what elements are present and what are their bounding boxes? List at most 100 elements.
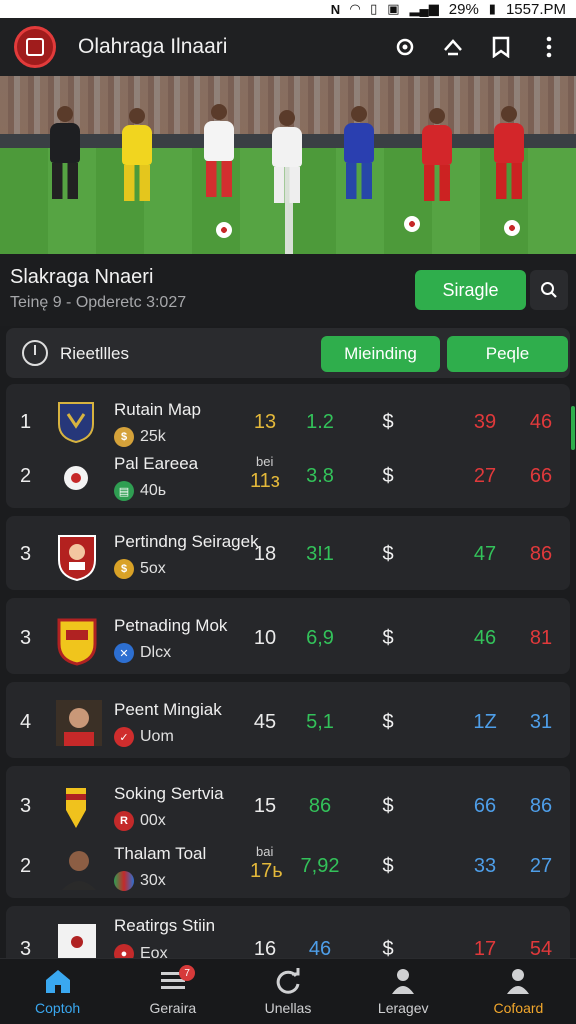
player-meta: 5ox bbox=[140, 560, 166, 577]
player-name: Rutain Map bbox=[114, 400, 201, 419]
search-button[interactable] bbox=[530, 270, 568, 310]
stat-price: $ bbox=[382, 543, 394, 565]
player-figure bbox=[204, 104, 234, 197]
flag-icon bbox=[114, 871, 134, 891]
stat-games: 10 bbox=[253, 627, 277, 649]
stat-rating: 5,1 bbox=[306, 711, 334, 733]
scrollbar[interactable] bbox=[571, 406, 575, 450]
single-button[interactable]: Siragle bbox=[415, 270, 526, 310]
stat-games: 45 bbox=[253, 711, 277, 733]
player-meta: 40ь bbox=[140, 482, 167, 499]
filter-label: Rieetllles bbox=[60, 344, 129, 363]
player-photo bbox=[56, 700, 102, 746]
bookmark-icon[interactable] bbox=[488, 34, 514, 60]
table-row[interactable]: 4 Peent Mingiak ✓ Uom 45 5,1 $ 1Z 31 bbox=[6, 692, 570, 752]
mascot-crest-icon bbox=[56, 532, 96, 582]
camera-icon[interactable] bbox=[392, 34, 418, 60]
stat-rating: 7,92 bbox=[300, 855, 340, 877]
rank: 3 bbox=[20, 543, 32, 565]
table-row[interactable]: 2 Thalam Toal 30x bai 17ь 7,92 $ 33 27 bbox=[6, 836, 570, 896]
ball-icon bbox=[56, 454, 96, 498]
stat-a: 17 bbox=[473, 938, 497, 958]
nav-list[interactable]: 7 Geraira bbox=[115, 959, 230, 1024]
table-row[interactable]: 2 Pal Eareea ▤ 40ь bei 11з 3.8 $ 27 66 bbox=[6, 446, 570, 506]
nav-label: Cofoard bbox=[493, 999, 544, 1016]
list-card: 4 Peent Mingiak ✓ Uom 45 5,1 $ 1Z 31 bbox=[6, 682, 570, 758]
stat-price: $ bbox=[382, 795, 394, 817]
stat-b: 46 bbox=[529, 411, 553, 433]
nav-refresh[interactable]: Unellas bbox=[230, 959, 345, 1024]
coin-icon: $ bbox=[114, 559, 134, 579]
bottom-nav: Coptoh 7 Geraira Unellas Leragev Cofoard bbox=[0, 958, 576, 1024]
player-name: Reatirgs Stiin bbox=[114, 916, 216, 935]
nav-label: Unellas bbox=[264, 999, 312, 1016]
white-crest-icon bbox=[56, 920, 96, 958]
stat-rating: 1.2 bbox=[306, 411, 334, 433]
rank: 2 bbox=[20, 465, 32, 487]
player-figure bbox=[344, 106, 374, 199]
nav-label: Leragev bbox=[377, 999, 429, 1016]
player-meta: 30x bbox=[140, 872, 166, 889]
rank: 4 bbox=[20, 711, 32, 733]
player-meta: Uom bbox=[140, 728, 174, 745]
stat-rating: 46 bbox=[308, 938, 332, 958]
nav-profile[interactable]: Cofoard bbox=[461, 959, 576, 1024]
app-title: Olahraga Ilnaari bbox=[78, 35, 228, 58]
table-row[interactable]: 3 Soking Sertvia R 00x 15 86 $ 66 86 bbox=[6, 776, 570, 836]
football bbox=[216, 222, 232, 238]
badge-icon: ● bbox=[114, 944, 134, 958]
player-name: Pertindng Seiragek bbox=[114, 532, 259, 551]
player-meta: 25k bbox=[140, 428, 166, 445]
app-bar: Olahraga Ilnaari bbox=[0, 18, 576, 76]
row-tag: bai bbox=[256, 844, 274, 859]
power-icon[interactable] bbox=[22, 340, 48, 366]
stat-b: 81 bbox=[529, 627, 553, 649]
rank: 3 bbox=[20, 938, 32, 958]
tab-pending[interactable]: Mieinding bbox=[321, 336, 440, 372]
sim-icon: ▯ bbox=[370, 1, 378, 16]
list-card: 3 Reatirgs Stiin ● Eox 16 46 $ 17 54 bbox=[6, 906, 570, 958]
stat-a: 27 bbox=[473, 465, 497, 487]
stat-price: $ bbox=[382, 855, 394, 877]
player-figure bbox=[122, 108, 152, 201]
stat-rating: 6,9 bbox=[306, 627, 334, 649]
user-icon bbox=[504, 968, 532, 994]
stat-b: 54 bbox=[529, 938, 553, 958]
stat-rating: 3!1 bbox=[306, 543, 334, 565]
signal-icon: ▂▄▆ bbox=[409, 1, 439, 16]
player-meta: Eox bbox=[140, 945, 168, 958]
stat-price: $ bbox=[382, 938, 394, 958]
nav-label: Coptoh bbox=[35, 999, 81, 1016]
stat-a: 47 bbox=[473, 543, 497, 565]
team-icon: ▤ bbox=[114, 481, 134, 501]
more-vert-icon[interactable] bbox=[536, 34, 562, 60]
section-title: Slakraga Nnaeri bbox=[10, 266, 154, 288]
stat-games: 11з bbox=[250, 470, 280, 492]
stat-games: 15 bbox=[253, 795, 277, 817]
stat-games: 18 bbox=[253, 543, 277, 565]
stat-b: 27 bbox=[529, 855, 553, 877]
row-tag: bei bbox=[256, 454, 274, 469]
check-icon: ✓ bbox=[114, 727, 134, 747]
stat-price: $ bbox=[382, 411, 394, 433]
list-card: 1 Rutain Map $25k 13 1.2 $ 39 46 2 Pal E… bbox=[6, 384, 570, 508]
table-row[interactable]: 3 Petnading Mok ✕ Dlcx 10 6,9 $ 46 81 bbox=[6, 608, 570, 668]
cross-icon: ✕ bbox=[114, 643, 134, 663]
nav-league[interactable]: Leragev bbox=[346, 959, 461, 1024]
football bbox=[504, 220, 520, 236]
player-meta: Dlcx bbox=[140, 644, 172, 661]
nav-home[interactable]: Coptoh bbox=[0, 959, 115, 1024]
tab-people[interactable]: Peqle bbox=[447, 336, 568, 372]
app-logo[interactable] bbox=[14, 26, 56, 68]
home-icon bbox=[44, 968, 72, 994]
coach-icon bbox=[389, 968, 417, 994]
rank: 2 bbox=[20, 855, 32, 877]
table-row[interactable]: 3 Reatirgs Stiin ● Eox 16 46 $ 17 54 bbox=[6, 914, 570, 958]
vibrate-icon: ▣ bbox=[387, 1, 400, 16]
badge-icon: R bbox=[114, 811, 134, 831]
clock: 1557.PM bbox=[505, 0, 566, 18]
share-icon[interactable] bbox=[440, 34, 466, 60]
stat-a: 66 bbox=[473, 795, 497, 817]
table-row[interactable]: 1 Rutain Map $25k 13 1.2 $ 39 46 bbox=[6, 392, 570, 452]
table-row[interactable]: 3 Pertindng Seiragek $5ox 18 3!1 $ 47 86 bbox=[6, 524, 570, 584]
